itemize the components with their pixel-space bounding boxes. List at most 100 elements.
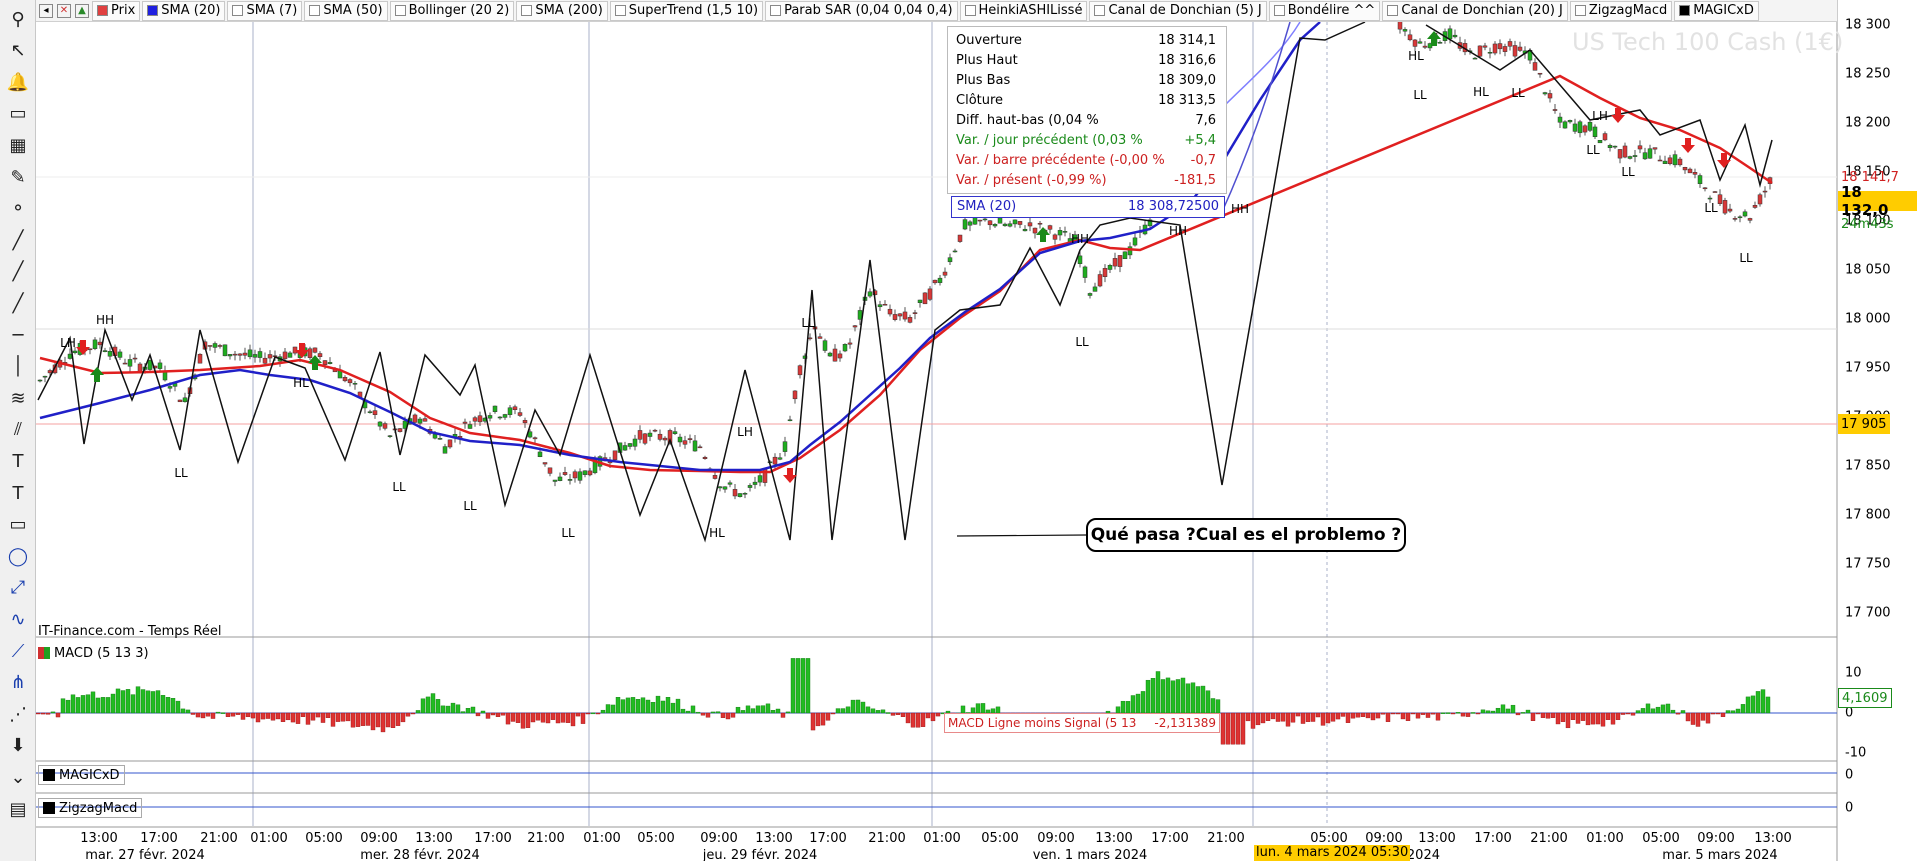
macd-bar-negative [535, 712, 541, 721]
macd-bar-negative [55, 712, 61, 718]
indicator-chip[interactable]: SMA (7) [227, 0, 303, 21]
candle-down [697, 446, 703, 449]
indicator-chip[interactable]: MAGICxD [1674, 0, 1759, 21]
candle-up [182, 397, 188, 403]
indicator-label: SuperTrend (1,5 10) [628, 3, 759, 18]
indicator-chip[interactable]: Canal de Donchian (5) J [1089, 0, 1267, 21]
macd-bar-positive [1205, 690, 1211, 714]
macd-bar-negative [475, 712, 481, 717]
price-chart[interactable] [0, 0, 1917, 861]
candle-down [382, 423, 388, 429]
indicator-swatch[interactable] [1094, 5, 1106, 16]
candle-up [1132, 237, 1138, 246]
candle-up [42, 375, 48, 378]
macd-bar-positive [1210, 698, 1216, 714]
macd-bar-negative [1280, 712, 1286, 722]
indicator-swatch[interactable] [309, 5, 321, 16]
macd-bar-positive [1180, 677, 1186, 714]
candle-down [1407, 34, 1413, 41]
macd-bar-negative [1615, 712, 1621, 720]
candle-down [1722, 200, 1728, 214]
macd-bar-negative [370, 712, 376, 731]
indicator-chip[interactable]: Prix [92, 0, 141, 21]
macd-bar-negative [1220, 712, 1226, 745]
indicator-swatch[interactable] [964, 5, 976, 16]
candle-down [1017, 221, 1023, 225]
macd-bar-negative [815, 712, 821, 727]
macd-bar-negative [725, 712, 731, 720]
macd-bar-negative [1310, 712, 1316, 722]
indicator-swatch[interactable] [1387, 5, 1399, 16]
macd-bar-negative [1675, 712, 1681, 715]
macd-bar-negative [705, 712, 711, 718]
macd-bar-positive [960, 705, 966, 714]
candle-up [917, 299, 923, 303]
macd-bar-negative [1720, 712, 1726, 717]
indicator-chip[interactable]: ZigzagMacd [1569, 0, 1673, 21]
candle-up [212, 343, 218, 348]
macd-bar-negative [1435, 712, 1441, 721]
candle-up [1472, 57, 1478, 60]
macd-bar-positive [735, 706, 741, 714]
indicator-swatch[interactable] [97, 5, 108, 16]
candle-down [1157, 202, 1163, 209]
macd-bar-positive [800, 658, 806, 714]
indicator-chip[interactable]: SuperTrend (1,5 10) [609, 0, 764, 21]
indicator-chip[interactable]: Bollinger (20 2) [389, 0, 515, 21]
macd-bar-positive [1735, 708, 1741, 714]
candle-down [397, 428, 403, 432]
candle-up [1642, 152, 1648, 160]
macd-bar-negative [1035, 712, 1041, 722]
candle-up [1632, 155, 1638, 157]
macd-bar-positive [125, 689, 131, 714]
indicator-label: SMA (7) [246, 3, 298, 18]
candle-down [1422, 45, 1428, 48]
indicator-chip[interactable]: SMA (50) [304, 0, 388, 21]
delete-icon[interactable]: ✕ [57, 3, 71, 18]
indicator-swatch[interactable] [521, 5, 533, 16]
macd-bar-negative [410, 712, 416, 715]
indicator-chip[interactable]: Bondélire ^^ [1268, 0, 1381, 21]
indicator-bar: ◂ ✕ ▲ Prix SMA (20) SMA (7) SMA (50) Bolling… [36, 0, 1837, 22]
indicator-chip[interactable]: Canal de Donchian (20) J [1382, 0, 1568, 21]
candle-down [612, 450, 618, 460]
macd-bar-negative [1540, 712, 1546, 718]
macd-bar-positive [470, 706, 476, 714]
indicator-swatch[interactable] [770, 5, 782, 16]
macd-bar-negative [730, 712, 736, 718]
macd-bar-positive [115, 688, 121, 714]
macd-bar-negative [1695, 712, 1701, 727]
indicator-swatch[interactable] [1273, 5, 1285, 16]
macd-bar-negative [310, 712, 316, 721]
candle-up [1737, 216, 1743, 219]
macd-bar-negative [1460, 712, 1466, 717]
candle-down [1622, 145, 1628, 158]
indicator-label: Canal de Donchian (20) J [1401, 3, 1563, 18]
indicator-swatch[interactable] [614, 5, 626, 16]
candle-up [1487, 51, 1493, 54]
macd-bar-negative [300, 712, 306, 717]
indicator-swatch[interactable] [232, 5, 244, 16]
indicator-swatch[interactable] [394, 5, 406, 16]
up-icon[interactable]: ▲ [75, 3, 89, 18]
signal-arrows [76, 31, 1731, 483]
indicator-label: SMA (20) [161, 3, 221, 18]
macd-bar-positive [875, 710, 881, 714]
macd-bar-positive [970, 707, 976, 714]
candle-down [137, 363, 143, 372]
candle-up [952, 250, 958, 253]
macd-bar-negative [210, 712, 216, 719]
candle-up [1697, 175, 1703, 184]
indicator-swatch[interactable] [1679, 5, 1691, 16]
macd-bar-positive [630, 697, 636, 714]
indicator-chip[interactable]: HeinkiASHILissé [959, 0, 1088, 21]
candle-up [787, 419, 793, 422]
macd-bar-positive [1150, 678, 1156, 714]
indicator-chip[interactable]: Parab SAR (0,04 0,04 0,4) [765, 0, 958, 21]
indicator-chip[interactable]: SMA (20) [142, 0, 226, 21]
indicator-chip[interactable]: SMA (200) [516, 0, 608, 21]
indicator-swatch[interactable] [147, 5, 159, 16]
indicator-label: Bollinger (20 2) [408, 3, 510, 18]
indicator-swatch[interactable] [1574, 5, 1586, 16]
scroll-left-icon[interactable]: ◂ [39, 3, 53, 18]
